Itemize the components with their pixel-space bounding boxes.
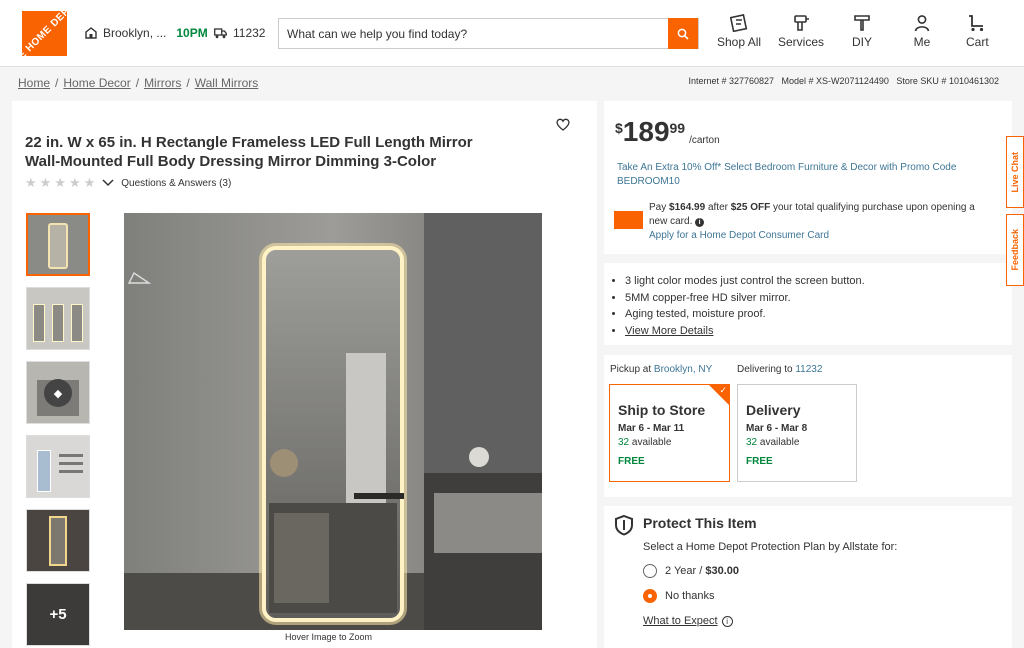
what-to-expect-link[interactable]: What to Expect i [643, 615, 733, 627]
search-icon [677, 28, 689, 40]
breadcrumb: Home / Home Decor / Mirrors / Wall Mirrors [18, 76, 259, 90]
nav-diy[interactable]: DIY [852, 14, 872, 49]
promo-link[interactable]: Take An Extra 10% Off* Select Bedroom Fu… [617, 161, 977, 189]
user-icon [914, 15, 930, 32]
home-depot-logo[interactable]: THE HOME DEPOT [22, 11, 67, 56]
radio-icon [643, 564, 657, 578]
main-product-image[interactable] [124, 213, 542, 630]
star-icon: ★ [83, 175, 96, 190]
star-icon: ★ [39, 175, 52, 190]
feature-list: 3 light color modes just control the scr… [612, 273, 865, 339]
breadcrumb-home[interactable]: Home [18, 76, 50, 90]
delivery-zip-link[interactable]: 11232 [795, 364, 822, 375]
feedback-tab[interactable]: Feedback [1006, 214, 1024, 286]
delivery-header: Delivering to 11232 [737, 364, 823, 375]
thumbnail-2[interactable] [26, 287, 90, 350]
shop-all-icon [730, 14, 748, 32]
product-title: 22 in. W x 65 in. H Rectangle Frameless … [25, 134, 473, 170]
delivery-zip[interactable]: 11232 [214, 26, 265, 40]
nav-services[interactable]: Services [778, 14, 824, 49]
chevron-down-icon[interactable] [102, 179, 114, 187]
hammer-icon [854, 15, 870, 31]
ship-to-store-option[interactable]: ✓ Ship to Store Mar 6 - Mar 11 32 availa… [609, 384, 730, 482]
store-hours: 10PM [176, 26, 208, 40]
star-icon: ★ [68, 175, 81, 190]
feature-item: Aging tested, moisture proof. [625, 306, 865, 323]
breadcrumb-home-decor[interactable]: Home Decor [63, 76, 130, 90]
breadcrumb-wall-mirrors[interactable]: Wall Mirrors [195, 76, 259, 90]
protection-title: Protect This Item [643, 515, 757, 531]
drill-icon [794, 15, 809, 31]
pickup-store-link[interactable]: Brooklyn, NY [654, 364, 712, 375]
search-input[interactable] [279, 19, 669, 48]
tag-icon: ◆ [44, 379, 72, 407]
nav-cart[interactable]: Cart [966, 14, 989, 49]
search-bar [278, 18, 699, 49]
delivery-option[interactable]: Delivery Mar 6 - Mar 8 32 available FREE [737, 384, 857, 482]
protection-no-thanks-option[interactable]: No thanks [643, 589, 715, 603]
store-selector[interactable]: Brooklyn, ... 10PM [85, 26, 208, 40]
nav-me[interactable]: Me [913, 14, 931, 49]
thumbnail-more[interactable]: +5 [26, 583, 90, 646]
breadcrumb-mirrors[interactable]: Mirrors [144, 76, 181, 90]
rating-row: ★ ★ ★ ★ ★ Questions & Answers (3) [25, 175, 231, 191]
store-name: Brooklyn, ... [103, 26, 167, 40]
thumbnail-1[interactable] [26, 213, 90, 276]
feature-item: 5MM copper-free HD silver mirror. [625, 290, 865, 307]
favorite-button[interactable] [556, 118, 570, 136]
heart-icon [556, 118, 570, 131]
header: THE HOME DEPOT Brooklyn, ... 10PM 11232 … [0, 0, 1024, 67]
credit-offer: Pay $164.99 after $25 OFF your total qua… [614, 201, 994, 243]
thumbnail-5[interactable] [26, 509, 90, 572]
shield-icon [615, 514, 633, 536]
credit-card-image [614, 211, 643, 229]
radio-selected-icon [643, 589, 657, 603]
star-icon: ★ [54, 175, 66, 190]
nav-shop-all[interactable]: Shop All [717, 14, 761, 49]
info-icon: i [721, 615, 733, 627]
apply-card-link[interactable]: Apply for a Home Depot Consumer Card [649, 229, 994, 243]
zoom-hint: Hover Image to Zoom [285, 632, 373, 642]
cart-icon [969, 15, 984, 32]
truck-icon [214, 27, 227, 38]
qa-link[interactable]: Questions & Answers (3) [121, 178, 231, 189]
protection-2-year-option[interactable]: 2 Year / $30.00 [643, 564, 739, 578]
protection-subtitle: Select a Home Depot Protection Plan by A… [643, 541, 898, 553]
price: $ 189 99 /carton [615, 116, 720, 147]
product-ids: Internet # 327760827 Model # XS-W2071124… [688, 76, 999, 86]
thumbnail-list: ◆ +5 [26, 213, 90, 646]
live-chat-tab[interactable]: Live Chat [1006, 136, 1024, 208]
zip-code: 11232 [233, 26, 266, 40]
pickup-header: Pickup at Brooklyn, NY [610, 364, 713, 375]
mirror-photo [124, 213, 542, 630]
info-icon[interactable]: i [695, 218, 705, 227]
check-icon: ✓ [709, 385, 729, 405]
thumbnail-3[interactable]: ◆ [26, 361, 90, 424]
thumbnail-4[interactable] [26, 435, 90, 498]
search-button[interactable] [668, 18, 698, 49]
view-more-details-link[interactable]: View More Details [625, 325, 713, 337]
store-icon [85, 27, 97, 39]
star-icon: ★ [25, 175, 37, 190]
feature-item: 3 light color modes just control the scr… [625, 273, 865, 290]
